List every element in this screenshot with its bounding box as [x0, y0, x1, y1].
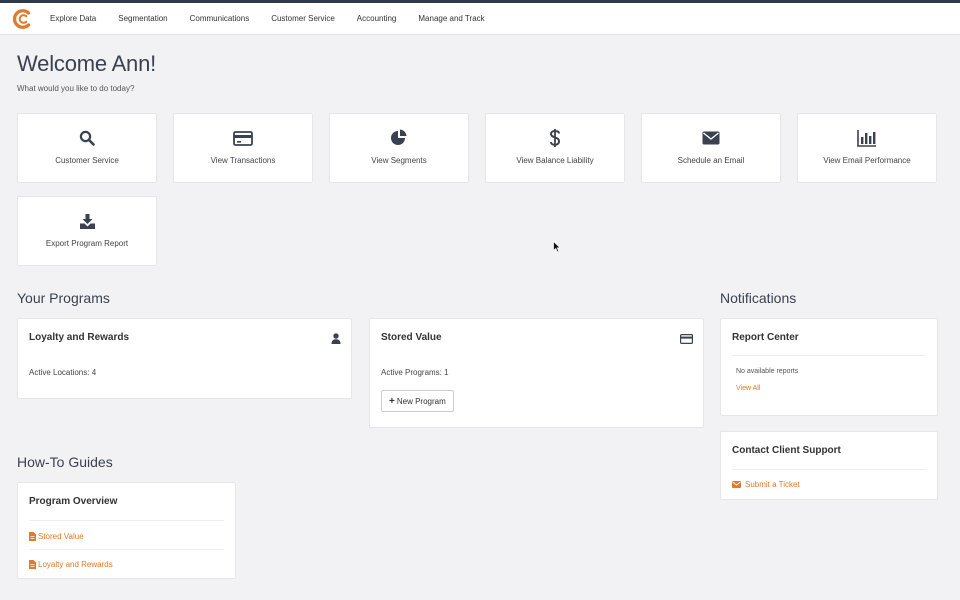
dollar-icon — [549, 128, 561, 148]
bar-chart-icon — [857, 128, 877, 148]
tile-schedule-email[interactable]: Schedule an Email — [641, 113, 781, 183]
card-title: Loyalty and Rewards — [29, 332, 130, 343]
mouse-cursor-icon — [553, 241, 561, 253]
active-programs-text: Active Programs: 1 — [381, 368, 449, 377]
nav-accounting[interactable]: Accounting — [357, 14, 397, 23]
tile-view-balance-liability[interactable]: View Balance Liability — [485, 113, 625, 183]
guide-link-loyalty-and-rewards[interactable]: Loyalty and Rewards — [29, 560, 113, 569]
card-title: Stored Value — [381, 332, 442, 343]
tile-label: Customer Service — [55, 156, 119, 165]
stored-value-program-card[interactable]: Stored Value Active Programs: 1 + New Pr… — [369, 318, 704, 428]
new-program-label: New Program — [396, 396, 446, 406]
tile-label: View Transactions — [210, 156, 276, 165]
tile-view-segments[interactable]: View Segments — [329, 113, 469, 183]
guide-link-stored-value[interactable]: Stored Value — [29, 532, 84, 541]
report-center-card: Report Center No available reports View … — [720, 318, 938, 416]
tile-label: View Balance Liability — [516, 156, 594, 165]
active-locations-text: Active Locations: 4 — [29, 368, 97, 377]
client-support-card: Contact Client Support Submit a Ticket — [720, 431, 938, 500]
envelope-icon — [732, 481, 741, 488]
nav-segmentation[interactable]: Segmentation — [118, 14, 167, 23]
plus-icon: + — [389, 395, 395, 407]
programs-section-title: Your Programs — [17, 290, 110, 306]
tile-view-transactions[interactable]: View Transactions — [173, 113, 313, 183]
notifications-section-title: Notifications — [720, 290, 797, 306]
submit-ticket-label: Submit a Ticket — [745, 480, 800, 489]
card-title: Program Overview — [29, 496, 118, 507]
guide-link-label: Stored Value — [38, 532, 84, 541]
top-navbar: Explore Data Segmentation Communications… — [0, 3, 960, 35]
divider — [732, 355, 926, 356]
divider — [732, 469, 926, 470]
nav-communications[interactable]: Communications — [190, 14, 250, 23]
credit-card-icon — [233, 128, 253, 148]
file-icon — [29, 532, 36, 541]
nav-manage-and-track[interactable]: Manage and Track — [418, 14, 484, 23]
page-title: Welcome Ann! — [17, 51, 157, 76]
submit-ticket-link[interactable]: Submit a Ticket — [732, 480, 800, 489]
guide-link-label: Loyalty and Rewards — [38, 560, 113, 569]
tile-label: Export Program Report — [45, 239, 129, 248]
nav-customer-service[interactable]: Customer Service — [271, 14, 335, 23]
tile-label: View Segments — [371, 156, 427, 165]
pie-chart-icon — [390, 128, 408, 148]
loyalty-program-card[interactable]: Loyalty and Rewards Active Locations: 4 — [17, 318, 352, 399]
card-title: Report Center — [732, 332, 799, 343]
user-icon — [331, 331, 341, 349]
divider — [29, 549, 224, 550]
search-icon — [79, 128, 95, 148]
credit-card-icon — [680, 331, 694, 349]
card-title: Contact Client Support — [732, 445, 841, 456]
program-overview-card: Program Overview Stored Value Loyalty an… — [17, 482, 236, 579]
brand-logo[interactable] — [12, 8, 34, 30]
file-icon — [29, 560, 36, 569]
download-icon — [79, 211, 96, 231]
envelope-icon — [702, 128, 720, 148]
tile-view-email-performance[interactable]: View Email Performance — [797, 113, 937, 183]
tile-label: Schedule an Email — [677, 156, 745, 165]
new-program-button[interactable]: + New Program — [381, 390, 454, 412]
view-all-link[interactable]: View All — [736, 385, 760, 392]
divider — [29, 520, 224, 521]
page-subtitle: What would you like to do today? — [17, 84, 135, 93]
tile-customer-service[interactable]: Customer Service — [17, 113, 157, 183]
tile-label: View Email Performance — [823, 156, 911, 165]
guides-section-title: How-To Guides — [17, 454, 113, 470]
nav-explore-data[interactable]: Explore Data — [50, 14, 96, 23]
no-reports-text: No available reports — [736, 368, 799, 375]
tile-export-program-report[interactable]: Export Program Report — [17, 196, 157, 266]
